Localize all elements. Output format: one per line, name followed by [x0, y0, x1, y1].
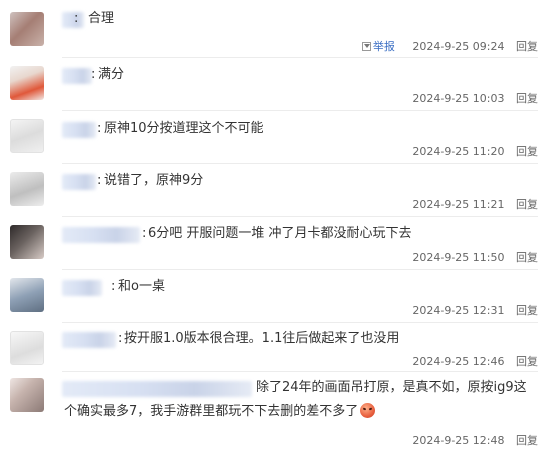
reply-link[interactable]: 回复 [516, 92, 538, 105]
comment-date: 2024-9-25 11:50 [412, 251, 505, 264]
reply-link[interactable]: 回复 [516, 434, 538, 447]
username[interactable] [62, 332, 116, 348]
comment-date: 2024-9-25 11:21 [412, 198, 505, 211]
username[interactable] [62, 381, 252, 397]
comment-text: 6分吧 开服问题一堆 冲了月卡都没耐心玩下去 [148, 226, 412, 241]
name-separator: : [97, 173, 102, 188]
avatar[interactable] [10, 119, 44, 153]
avatar[interactable] [10, 225, 44, 259]
report-dropdown-icon[interactable] [361, 42, 371, 51]
angry-face-emoji-icon [360, 403, 376, 418]
comment-item: : 说错了，原神9分 2024-9-25 11:21 回复 [0, 164, 550, 216]
avatar[interactable] [10, 378, 44, 412]
comment-date: 2024-9-25 10:03 [412, 92, 505, 105]
avatar[interactable] [10, 12, 44, 46]
reply-link[interactable]: 回复 [516, 251, 538, 264]
name-separator: : [142, 226, 147, 241]
comment-meta: 2024-9-25 10:03 回复 [406, 92, 538, 106]
username[interactable] [62, 68, 92, 84]
comment-text: 说错了，原神9分 [104, 173, 204, 188]
comment-meta: 2024-9-25 12:46 回复 [406, 355, 538, 369]
comment-date: 2024-9-25 12:31 [412, 304, 505, 317]
comment-meta: 2024-9-25 11:20 回复 [406, 145, 538, 159]
comment-date: 2024-9-25 11:20 [412, 145, 505, 158]
comment-text: 合理 [88, 11, 115, 26]
comment-meta: 2024-9-25 12:48 回复 [406, 434, 538, 448]
name-separator: : [97, 121, 102, 136]
comment-text: 按开服1.0版本很合理。1.1往后做起来了也没用 [124, 331, 400, 346]
comment-date: 2024-9-25 12:48 [412, 434, 505, 447]
comment-text: 原神10分按道理这个不可能 [104, 121, 264, 136]
comment-item: : 满分 2024-9-25 10:03 回复 [0, 58, 550, 110]
report-link[interactable]: 举报 [373, 40, 395, 53]
comment-date: 2024-9-25 09:24 [412, 40, 505, 53]
reply-link[interactable]: 回复 [516, 40, 538, 53]
name-separator: : [74, 11, 79, 26]
name-separator: : [111, 279, 116, 294]
comment-date: 2024-9-25 12:46 [412, 355, 505, 368]
reply-link[interactable]: 回复 [516, 145, 538, 158]
comment-text: 满分 [98, 67, 125, 82]
comment-meta: 2024-9-25 12:31 回复 [406, 304, 538, 318]
username[interactable] [62, 227, 140, 243]
name-separator: : [91, 67, 96, 82]
comment-text: 和o一桌 [118, 279, 165, 294]
comment-text-line2: 个确实最多7，我手游群里都玩不下去删的差不多了 [64, 404, 359, 419]
reply-link[interactable]: 回复 [516, 198, 538, 211]
avatar[interactable] [10, 331, 44, 365]
comment-list: : 合理 举报 2024-9-25 09:24 回复 : 满分 2024-9-2… [0, 0, 550, 462]
comment-meta: 2024-9-25 11:21 回复 [406, 198, 538, 212]
comment-item: 除了24年的画面吊打原，是真不如，原按ig9这 个确实最多7，我手游群里都玩不下… [0, 372, 550, 462]
username[interactable] [62, 12, 84, 28]
username[interactable] [62, 280, 102, 296]
comment-item: : 按开服1.0版本很合理。1.1往后做起来了也没用 2024-9-25 12:… [0, 323, 550, 371]
avatar[interactable] [10, 278, 44, 312]
comment-item: : 和o一桌 2024-9-25 12:31 回复 [0, 270, 550, 322]
reply-link[interactable]: 回复 [516, 355, 538, 368]
username[interactable] [62, 122, 96, 138]
name-separator: : [118, 331, 123, 346]
avatar[interactable] [10, 66, 44, 100]
comment-item: : 原神10分按道理这个不可能 2024-9-25 11:20 回复 [0, 111, 550, 163]
avatar[interactable] [10, 172, 44, 206]
comment-item: : 合理 举报 2024-9-25 09:24 回复 [0, 0, 550, 56]
comment-text: 除了24年的画面吊打原，是真不如，原按ig9这 [256, 380, 527, 395]
username[interactable] [62, 174, 96, 190]
comment-meta: 举报 2024-9-25 09:24 回复 [356, 40, 538, 54]
comment-item: : 6分吧 开服问题一堆 冲了月卡都没耐心玩下去 2024-9-25 11:50… [0, 217, 550, 269]
reply-link[interactable]: 回复 [516, 304, 538, 317]
comment-text-continued: 个确实最多7，我手游群里都玩不下去删的差不多了 [64, 403, 376, 421]
comment-meta: 2024-9-25 11:50 回复 [406, 251, 538, 265]
